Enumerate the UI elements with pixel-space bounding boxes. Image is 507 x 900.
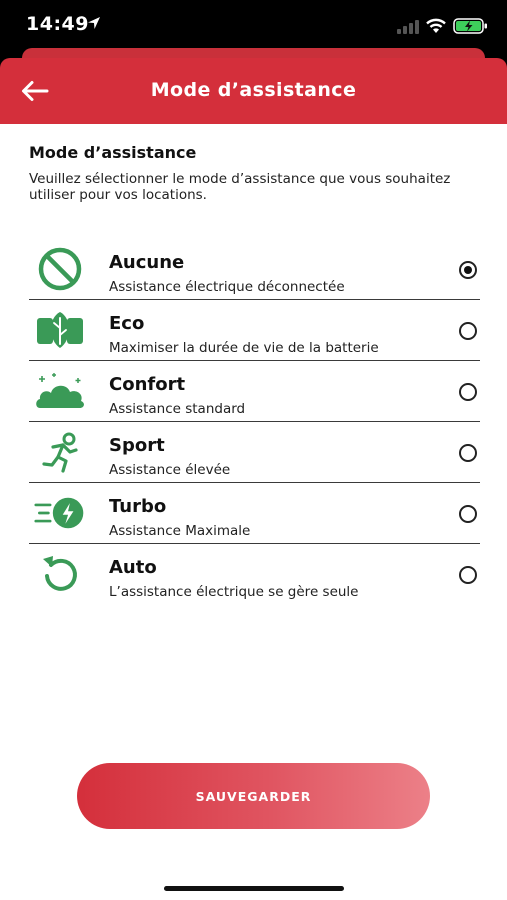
option-description: Maximiser la durée de vie de la batterie xyxy=(109,340,379,356)
option-name: Aucune xyxy=(109,252,185,273)
radio-button[interactable] xyxy=(459,444,477,462)
option-description: Assistance Maximale xyxy=(109,523,251,539)
option-name: Turbo xyxy=(109,496,167,517)
page-title: Mode d’assistance xyxy=(150,79,357,101)
option-description: Assistance standard xyxy=(109,401,246,417)
runner-icon xyxy=(34,431,86,473)
option-description: L’assistance électrique se gère seule xyxy=(109,584,359,600)
option-description: Assistance élevée xyxy=(109,462,231,478)
eco-battery-leaf-icon xyxy=(34,309,86,351)
option-description: Assistance électrique déconnectée xyxy=(109,279,345,295)
cloud-icon xyxy=(34,370,86,412)
header-bar: Mode d’assistance xyxy=(0,58,507,124)
prohibited-icon xyxy=(34,247,86,291)
location-arrow-icon xyxy=(88,17,100,29)
cellular-signal-icon xyxy=(397,20,419,34)
option-name: Auto xyxy=(109,557,157,578)
save-button[interactable]: SAUVEGARDER xyxy=(77,763,430,829)
turbo-bolt-icon xyxy=(34,492,86,534)
radio-button[interactable] xyxy=(459,322,477,340)
wifi-icon xyxy=(426,18,446,33)
section-title: Mode d’assistance xyxy=(29,143,197,162)
radio-button[interactable] xyxy=(459,261,477,279)
option-sport[interactable]: Sport Assistance élevée xyxy=(29,422,480,483)
auto-refresh-icon xyxy=(34,553,86,595)
radio-button[interactable] xyxy=(459,383,477,401)
option-aucune[interactable]: Aucune Assistance électrique déconnectée xyxy=(29,239,480,300)
status-time: 14:49 xyxy=(26,13,89,35)
section-description: Veuillez sélectionner le mode d’assistan… xyxy=(29,171,451,203)
option-turbo[interactable]: Turbo Assistance Maximale xyxy=(29,483,480,544)
radio-button[interactable] xyxy=(459,566,477,584)
option-name: Sport xyxy=(109,435,165,456)
option-name: Confort xyxy=(109,374,186,395)
status-bar: 14:49 xyxy=(0,0,507,50)
option-eco[interactable]: Eco Maximiser la durée de vie de la batt… xyxy=(29,300,480,361)
option-name: Eco xyxy=(109,313,145,334)
option-auto[interactable]: Auto L’assistance électrique se gère seu… xyxy=(29,544,480,605)
content-area: Mode d’assistance Veuillez sélectionner … xyxy=(0,124,507,900)
assistance-mode-list: Aucune Assistance électrique déconnectée… xyxy=(29,239,480,605)
battery-charging-icon xyxy=(453,18,487,34)
radio-button[interactable] xyxy=(459,505,477,523)
home-indicator xyxy=(164,886,344,891)
option-confort[interactable]: Confort Assistance standard xyxy=(29,361,480,422)
